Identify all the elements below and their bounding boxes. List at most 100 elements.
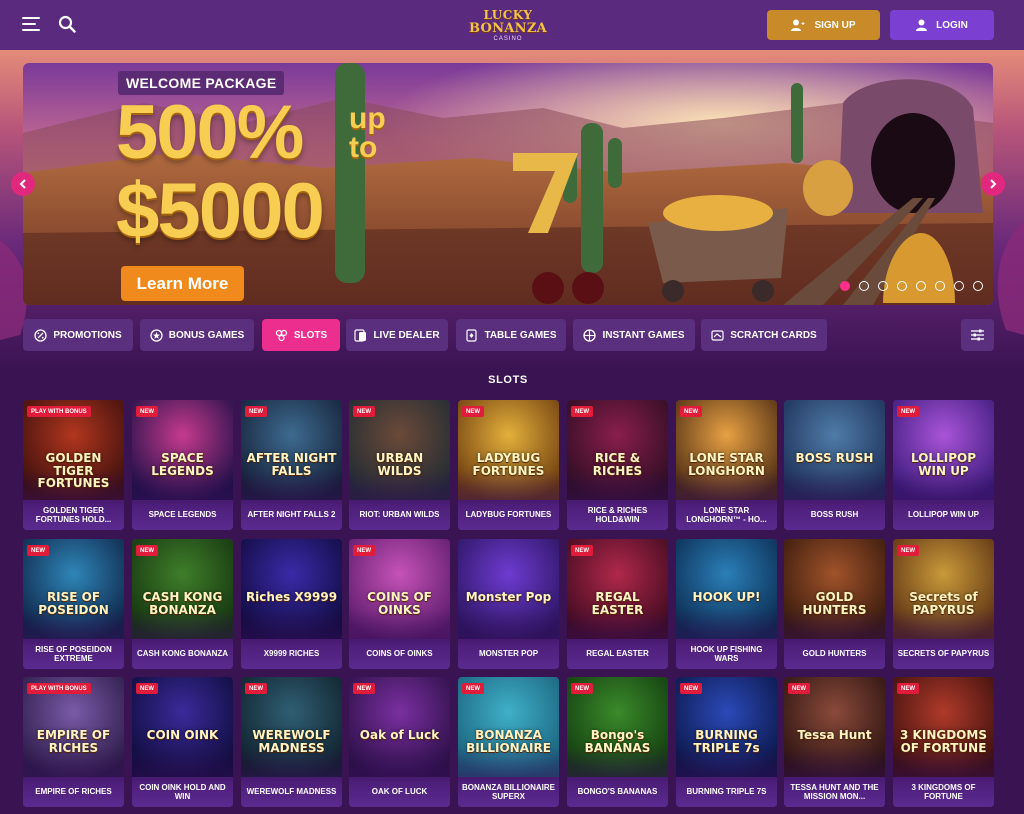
carousel-dot[interactable] bbox=[897, 281, 907, 291]
scratch-cards-icon bbox=[711, 329, 724, 342]
game-tile[interactable]: GOLD HUNTERS GOLD HUNTERS bbox=[784, 539, 885, 669]
user-plus-icon bbox=[791, 19, 805, 31]
category-tab-live-dealer[interactable]: LIVE DEALER bbox=[346, 319, 448, 351]
game-name: X9999 RICHES bbox=[241, 639, 342, 669]
game-tile[interactable]: LONE STAR LONGHORN NEW LONE STAR LONGHORN™… bbox=[676, 400, 777, 530]
game-name: CASH KONG BONANZA bbox=[132, 639, 233, 669]
game-logo-text: RISE OF POSEIDON bbox=[38, 590, 109, 617]
category-tab-promotions[interactable]: PROMOTIONS bbox=[23, 319, 133, 351]
game-name: TESSA HUNT AND THE MISSION MON... bbox=[784, 777, 885, 807]
category-tab-instant-games[interactable]: INSTANT GAMES bbox=[573, 319, 695, 351]
game-tile[interactable]: SPACE LEGENDS NEW SPACE LEGENDS bbox=[132, 400, 233, 530]
game-badge: NEW bbox=[897, 406, 919, 417]
game-name: MONSTER POP bbox=[458, 639, 559, 669]
game-badge: NEW bbox=[353, 545, 375, 556]
game-name: BURNING TRIPLE 7S bbox=[676, 777, 777, 807]
game-logo-text: CASH KONG BONANZA bbox=[142, 590, 223, 617]
game-tile[interactable]: AFTER NIGHT FALLS NEW AFTER NIGHT FALLS 2 bbox=[241, 400, 342, 530]
game-tile[interactable]: BONANZA BILLIONAIRE NEW BONANZA BILLIONAIR… bbox=[458, 677, 559, 807]
carousel-dot[interactable] bbox=[878, 281, 888, 291]
menu-icon[interactable] bbox=[22, 17, 40, 31]
game-logo-text: GOLDEN TIGER FORTUNES bbox=[37, 451, 110, 491]
game-tile[interactable]: URBAN WILDS NEW RIOT: URBAN WILDS bbox=[349, 400, 450, 530]
game-name: WEREWOLF MADNESS bbox=[241, 777, 342, 807]
game-badge: NEW bbox=[571, 545, 593, 556]
category-label: SLOTS bbox=[293, 329, 328, 341]
thumbnail-shade bbox=[132, 747, 233, 781]
game-name: RICE & RICHES HOLD&WIN bbox=[567, 500, 668, 530]
chevron-left-icon bbox=[19, 179, 26, 189]
game-tile[interactable]: BOSS RUSH BOSS RUSH bbox=[784, 400, 885, 530]
game-tile[interactable]: Monster Pop MONSTER POP bbox=[458, 539, 559, 669]
thumbnail-shade bbox=[784, 470, 885, 504]
game-tile[interactable]: GOLDEN TIGER FORTUNES PLAY WITH BONUS GOLD… bbox=[23, 400, 124, 530]
game-tile[interactable]: HOOK UP! HOOK UP FISHING WARS bbox=[676, 539, 777, 669]
game-name: 3 KINGDOMS OF FORTUNE bbox=[893, 777, 994, 807]
category-tab-table-games[interactable]: TABLE GAMES bbox=[456, 319, 566, 351]
game-tile[interactable]: BURNING TRIPLE 7s NEW BURNING TRIPLE 7S bbox=[676, 677, 777, 807]
carousel-dot[interactable] bbox=[954, 281, 964, 291]
game-badge: NEW bbox=[680, 406, 702, 417]
game-tile[interactable]: Secrets of PAPYRUS NEW SECRETS OF PAPYRUS bbox=[893, 539, 994, 669]
thumbnail-shade bbox=[241, 609, 342, 643]
game-tile[interactable]: 3 KINGDOMS OF FORTUNE NEW 3 KINGDOMS OF FO… bbox=[893, 677, 994, 807]
slots-icon bbox=[275, 329, 288, 342]
game-badge: NEW bbox=[571, 406, 593, 417]
game-tile[interactable]: EMPIRE OF RICHES PLAY WITH BONUS EMPIRE OF… bbox=[23, 677, 124, 807]
game-name: COIN OINK HOLD AND WIN bbox=[132, 777, 233, 807]
game-name: EMPIRE OF RICHES bbox=[23, 777, 124, 807]
search-icon[interactable] bbox=[58, 15, 76, 33]
carousel-dot[interactable] bbox=[859, 281, 869, 291]
game-tile[interactable]: RICE & RICHES NEW RICE & RICHES HOLD&WIN bbox=[567, 400, 668, 530]
game-tile[interactable]: CASH KONG BONANZA NEW CASH KONG BONANZA bbox=[132, 539, 233, 669]
game-badge: NEW bbox=[245, 406, 267, 417]
headline-upto-line-1: up bbox=[349, 102, 386, 135]
game-tile[interactable]: WEREWOLF MADNESS NEW WEREWOLF MADNESS bbox=[241, 677, 342, 807]
game-tile[interactable]: LADYBUG FORTUNES NEW LADYBUG FORTUNES bbox=[458, 400, 559, 530]
carousel-dot[interactable] bbox=[935, 281, 945, 291]
game-tile[interactable]: Bongo's BANANAS NEW BONGO'S BANANAS bbox=[567, 677, 668, 807]
game-tile[interactable]: Riches X9999 X9999 RICHES bbox=[241, 539, 342, 669]
game-tile[interactable]: Oak of Luck NEW OAK OF LUCK bbox=[349, 677, 450, 807]
carousel-next-button[interactable] bbox=[981, 172, 1005, 196]
thumbnail-shade bbox=[676, 609, 777, 643]
game-name: HOOK UP FISHING WARS bbox=[676, 639, 777, 669]
game-badge: NEW bbox=[897, 545, 919, 556]
signup-button[interactable]: SIGN UP bbox=[767, 10, 880, 40]
game-logo-text: AFTER NIGHT FALLS bbox=[246, 451, 337, 478]
category-label: TABLE GAMES bbox=[484, 329, 557, 341]
carousel-dot[interactable] bbox=[973, 281, 983, 291]
game-logo-text: Bongo's BANANAS bbox=[584, 728, 651, 755]
login-button[interactable]: LOGIN bbox=[890, 10, 994, 40]
game-name: LONE STAR LONGHORN™ - HO... bbox=[676, 500, 777, 530]
learn-more-button[interactable]: Learn More bbox=[121, 266, 244, 301]
headline-percent: 500% bbox=[116, 90, 304, 175]
chevron-right-icon bbox=[990, 179, 997, 189]
carousel-prev-button[interactable] bbox=[11, 172, 35, 196]
game-tile[interactable]: LOLLIPOP WIN UP NEW LOLLIPOP WIN UP bbox=[893, 400, 994, 530]
category-tab-scratch-cards[interactable]: SCRATCH CARDS bbox=[701, 319, 827, 351]
game-logo-text: URBAN WILDS bbox=[375, 451, 424, 478]
category-label: BONUS GAMES bbox=[168, 329, 245, 341]
game-tile[interactable]: Tessa Hunt NEW TESSA HUNT AND THE MISSION … bbox=[784, 677, 885, 807]
filter-button[interactable] bbox=[961, 319, 994, 351]
game-tile[interactable]: COINS OF OINKS NEW COINS OF OINKS bbox=[349, 539, 450, 669]
carousel-dot[interactable] bbox=[840, 281, 850, 291]
category-tab-slots[interactable]: SLOTS bbox=[262, 319, 340, 351]
category-label: PROMOTIONS bbox=[53, 329, 122, 341]
game-tile[interactable]: COIN OINK NEW COIN OINK HOLD AND WIN bbox=[132, 677, 233, 807]
site-logo[interactable]: LUCKY BONANZA CASINO bbox=[462, 9, 554, 43]
game-logo-text: SPACE LEGENDS bbox=[151, 451, 214, 478]
headline-amount: $5000 bbox=[116, 166, 325, 254]
carousel-dot[interactable] bbox=[916, 281, 926, 291]
game-tile[interactable]: RISE OF POSEIDON NEW RISE OF POSEIDON EXTR… bbox=[23, 539, 124, 669]
game-logo-text: Secrets of PAPYRUS bbox=[909, 590, 978, 617]
category-tab-bonus-games[interactable]: BONUS GAMES bbox=[140, 319, 254, 351]
game-name: COINS OF OINKS bbox=[349, 639, 450, 669]
game-badge: PLAY WITH BONUS bbox=[27, 406, 91, 417]
game-logo-text: Monster Pop bbox=[465, 590, 552, 604]
game-tile[interactable]: REGAL EASTER NEW REGAL EASTER bbox=[567, 539, 668, 669]
promo-banner: WELCOME PACKAGE 500% up to $5000 Learn M… bbox=[23, 63, 993, 305]
carousel-pagination bbox=[840, 281, 983, 291]
game-badge: NEW bbox=[27, 545, 49, 556]
